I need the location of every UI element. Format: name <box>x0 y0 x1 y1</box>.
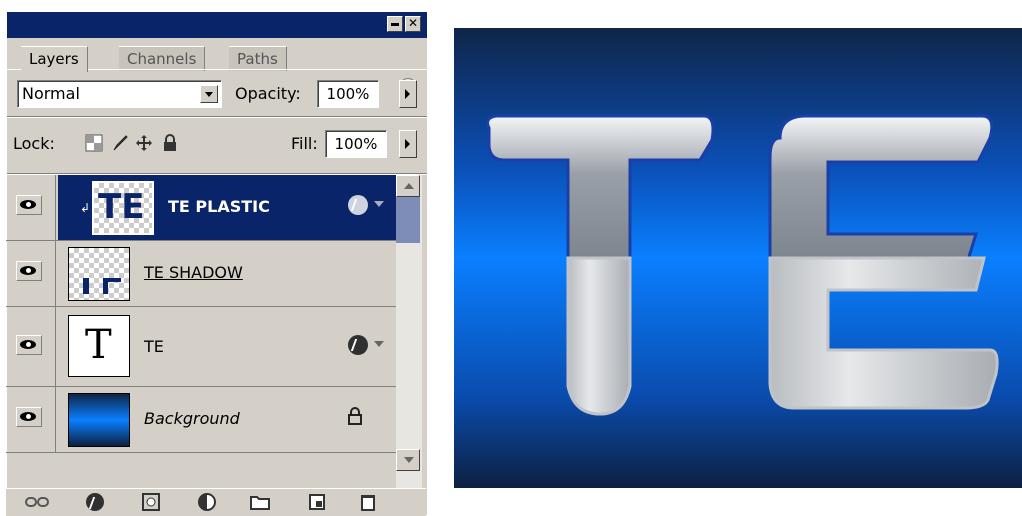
layers-list-region: ↲ TE TE PLASTIC TE SHADOW T TE Backgroun… <box>6 12 426 516</box>
letter-t <box>486 114 715 416</box>
document-canvas[interactable] <box>454 28 1022 488</box>
adjustment-layer-icon[interactable] <box>198 493 216 511</box>
layer-name: TE <box>144 337 164 356</box>
layer-row-te-shadow[interactable]: TE SHADOW <box>6 241 396 307</box>
chevron-down-icon[interactable] <box>374 201 384 207</box>
scroll-up-button[interactable] <box>396 175 420 197</box>
layer-effects-icon[interactable] <box>348 335 368 355</box>
new-group-icon[interactable] <box>250 493 270 511</box>
new-layer-icon[interactable] <box>308 493 326 511</box>
plastic-text-artwork <box>486 114 999 416</box>
letter-e <box>768 114 999 410</box>
layers-list: ↲ TE TE PLASTIC TE SHADOW T TE Backgroun… <box>6 175 396 475</box>
layer-mask-icon[interactable] <box>142 493 160 511</box>
layer-name: TE PLASTIC <box>168 197 270 216</box>
layer-name: TE SHADOW <box>144 263 243 282</box>
eye-icon[interactable] <box>16 407 42 427</box>
eye-icon[interactable] <box>16 195 42 215</box>
layers-scrollbar[interactable] <box>396 175 422 495</box>
layer-body[interactable]: T TE <box>58 307 396 386</box>
eye-icon[interactable] <box>16 261 42 281</box>
layer-thumbnail: T <box>68 315 130 377</box>
layer-name: Background <box>144 409 240 428</box>
visibility-cell[interactable] <box>6 175 56 240</box>
visibility-cell[interactable] <box>6 307 56 386</box>
layer-thumbnail: TE <box>92 181 154 235</box>
palette-bottom-bar <box>6 488 426 516</box>
lock-icon <box>348 407 362 425</box>
scroll-thumb[interactable] <box>396 197 420 243</box>
text-layer-icon: T <box>85 322 112 368</box>
layer-effects-icon[interactable] <box>348 195 368 215</box>
layer-row-te[interactable]: T TE <box>6 307 396 387</box>
scroll-down-button[interactable] <box>396 449 420 471</box>
layer-thumbnail <box>68 393 130 447</box>
chevron-down-icon[interactable] <box>374 341 384 347</box>
layer-row-background[interactable]: Background <box>6 387 396 453</box>
thumbnail-text: TE <box>98 187 145 227</box>
layer-body[interactable]: Background <box>58 387 396 452</box>
tab-layers[interactable]: Layers <box>21 46 88 72</box>
layer-body[interactable]: ↲ TE TE PLASTIC <box>58 175 396 240</box>
visibility-cell[interactable] <box>6 241 56 306</box>
clip-arrow-icon: ↲ <box>80 201 91 215</box>
add-layer-style-icon[interactable] <box>86 493 104 511</box>
layer-row-te-plastic[interactable]: ↲ TE TE PLASTIC <box>6 175 396 241</box>
trash-icon[interactable] <box>360 493 376 511</box>
visibility-cell[interactable] <box>6 387 56 452</box>
layer-body[interactable]: TE SHADOW <box>58 241 396 306</box>
link-layers-icon[interactable] <box>24 493 50 511</box>
eye-icon[interactable] <box>16 335 42 355</box>
layer-thumbnail <box>68 247 130 301</box>
